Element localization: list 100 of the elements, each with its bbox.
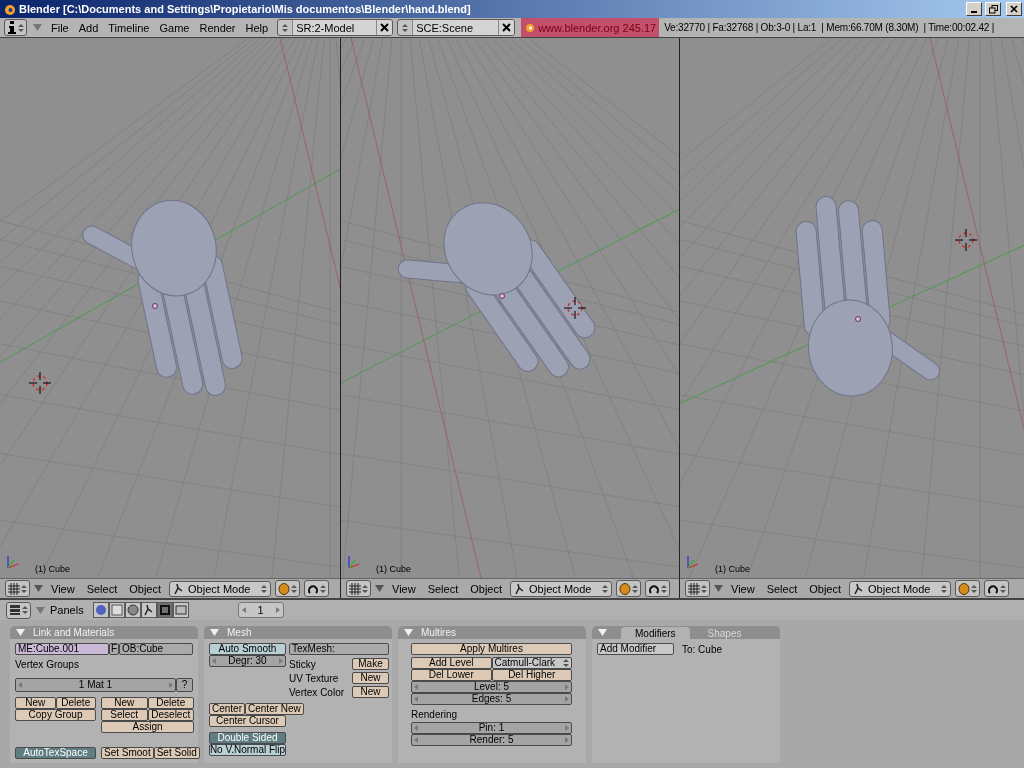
- mesh-toggle[interactable]: No V.Normal Flip: [209, 744, 286, 756]
- del-lower-button[interactable]: Del Lower: [411, 669, 492, 681]
- right-arrow-icon[interactable]: [275, 607, 280, 613]
- deselect-button[interactable]: Deselect: [147, 709, 194, 721]
- updown-arrows-icon: [261, 583, 268, 594]
- menu-item[interactable]: Game: [154, 21, 195, 34]
- header-menu[interactable]: Select: [423, 582, 463, 595]
- center-cursor-button[interactable]: Center Cursor: [209, 715, 286, 727]
- header-menu[interactable]: View: [47, 582, 79, 595]
- view-type-button[interactable]: [685, 580, 710, 597]
- del-higher-button[interactable]: Del Higher: [491, 669, 572, 681]
- close-icon: [502, 23, 512, 32]
- header-menu[interactable]: Select: [762, 582, 802, 595]
- center-button[interactable]: Center: [209, 703, 245, 715]
- restore-button[interactable]: [985, 2, 1001, 16]
- copy-group-button[interactable]: Copy Group: [15, 709, 96, 721]
- right-arrow-icon[interactable]: [169, 682, 173, 688]
- collapse-triangle-icon[interactable]: [404, 629, 413, 636]
- pivot-button[interactable]: [304, 580, 330, 597]
- collapse-triangle-icon[interactable]: [36, 606, 45, 614]
- frame-counter[interactable]: 1: [237, 602, 284, 618]
- minimize-button[interactable]: [966, 2, 982, 16]
- menu-item[interactable]: Render: [194, 21, 241, 34]
- menu-item[interactable]: Timeline: [103, 21, 155, 34]
- mesh-name-field[interactable]: ME:Cube.001: [15, 643, 109, 655]
- axis-gizmo-icon: [687, 555, 699, 569]
- header-menu[interactable]: Select: [82, 582, 122, 595]
- subdivision-type-dropdown[interactable]: Catmull-Clark: [491, 657, 572, 669]
- draw-type-button[interactable]: [616, 580, 642, 597]
- collapse-triangle-icon[interactable]: [375, 585, 384, 592]
- autotexspace-toggle[interactable]: AutoTexSpace: [15, 747, 96, 759]
- material-slot-field[interactable]: 1 Mat 1: [15, 678, 176, 692]
- scene-selector[interactable]: SCE:Scene: [397, 19, 516, 36]
- help-button[interactable]: ?: [176, 678, 193, 692]
- collapse-triangle-icon[interactable]: [598, 629, 607, 636]
- new-material-button[interactable]: New: [101, 697, 148, 709]
- select-button[interactable]: Select: [101, 709, 148, 721]
- pivot-button[interactable]: [984, 580, 1010, 597]
- delete-material-button[interactable]: Delete: [147, 697, 194, 709]
- updown-arrows-icon: [320, 583, 327, 594]
- context-tab[interactable]: [92, 602, 109, 618]
- row-button[interactable]: Make: [352, 658, 389, 670]
- level-field[interactable]: Edges: 5: [411, 693, 572, 705]
- screen-selector[interactable]: SR:2-Model: [277, 19, 394, 36]
- texmesh-field[interactable]: TexMesh:: [289, 643, 389, 655]
- draw-type-button[interactable]: [275, 580, 301, 597]
- delete-button[interactable]: [498, 20, 515, 35]
- object-origin-icon: [152, 303, 158, 309]
- fake-user-button[interactable]: F: [109, 643, 119, 655]
- view-type-button[interactable]: [346, 580, 371, 597]
- collapse-triangle-icon[interactable]: [714, 585, 723, 592]
- close-button[interactable]: [1006, 2, 1022, 16]
- object-label: (1) Cube: [35, 564, 70, 574]
- panel-tab[interactable]: Modifiers: [621, 627, 690, 639]
- row-button[interactable]: New: [352, 672, 389, 684]
- level-field[interactable]: Level: 5: [411, 681, 572, 693]
- collapse-triangle-icon[interactable]: [34, 585, 43, 592]
- mode-dropdown[interactable]: Object Mode: [849, 580, 952, 597]
- header-menu[interactable]: Object: [125, 582, 166, 595]
- set-smooth-button[interactable]: Set Smoot: [101, 747, 154, 759]
- render-level-field[interactable]: Render: 5: [411, 734, 572, 746]
- header-menu[interactable]: View: [727, 582, 759, 595]
- draw-type-button[interactable]: [955, 580, 981, 597]
- add-modifier-button[interactable]: Add Modifier: [597, 643, 674, 655]
- mode-dropdown[interactable]: Object Mode: [510, 580, 613, 597]
- window-type-button[interactable]: [6, 601, 31, 619]
- new-group-button[interactable]: New: [15, 697, 56, 709]
- assign-button[interactable]: Assign: [101, 721, 194, 733]
- apply-multires-button[interactable]: Apply Multires: [411, 643, 572, 655]
- panel-title: Multires: [421, 627, 456, 638]
- view-type-button[interactable]: [5, 580, 30, 597]
- menu-item[interactable]: Add: [73, 21, 104, 34]
- set-solid-button[interactable]: Set Solid: [153, 747, 200, 759]
- left-arrow-icon[interactable]: [18, 682, 22, 688]
- collapse-triangle-icon[interactable]: [16, 629, 25, 636]
- header-menu[interactable]: Object: [805, 582, 846, 595]
- right-arrow-icon[interactable]: [279, 658, 283, 664]
- object-name-field[interactable]: OB:Cube: [119, 643, 193, 655]
- left-arrow-icon[interactable]: [241, 607, 246, 613]
- render-level-field[interactable]: Pin: 1: [411, 722, 572, 734]
- delete-group-button[interactable]: Delete: [55, 697, 96, 709]
- header-menu[interactable]: Object: [466, 582, 507, 595]
- grid-icon: [349, 582, 361, 595]
- menu-item[interactable]: Help: [240, 21, 274, 34]
- add-level-button[interactable]: Add Level: [411, 657, 492, 669]
- mesh-toggle[interactable]: Double Sided: [209, 732, 286, 744]
- left-arrow-icon[interactable]: [212, 658, 216, 664]
- header-menu[interactable]: View: [388, 582, 420, 595]
- 3d-cursor-icon: [954, 228, 978, 252]
- mode-dropdown[interactable]: Object Mode: [169, 580, 272, 597]
- degree-field[interactable]: Degr: 30: [209, 655, 286, 667]
- pivot-button[interactable]: [645, 580, 671, 597]
- menu-item[interactable]: File: [46, 21, 74, 34]
- window-type-button[interactable]: [4, 19, 27, 36]
- collapse-triangle-icon[interactable]: [210, 629, 219, 636]
- delete-button[interactable]: [376, 20, 393, 35]
- row-button[interactable]: New: [352, 686, 389, 698]
- collapse-triangle-icon[interactable]: [33, 24, 42, 31]
- center-new-button[interactable]: Center New: [245, 703, 304, 715]
- auto-smooth-toggle[interactable]: Auto Smooth: [209, 643, 286, 655]
